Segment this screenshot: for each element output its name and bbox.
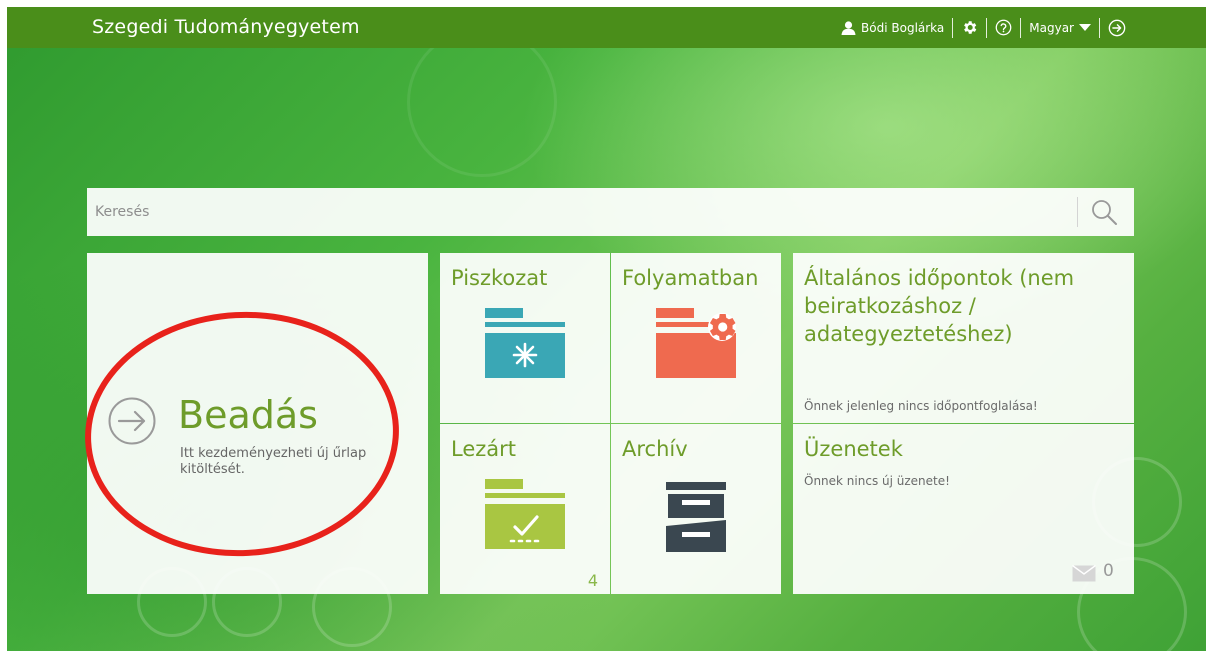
appointments-tile-title: Általános időpontok (nem beiratkozáshoz … [804, 266, 1075, 346]
background-decoration [407, 27, 557, 177]
closed-count: 4 [587, 571, 598, 590]
logout-icon [1108, 19, 1126, 37]
user-menu[interactable]: Bódi Boglárka [841, 21, 944, 35]
folder-gear-icon [656, 308, 738, 384]
submit-tile-title: Beadás [178, 393, 318, 437]
nav-divider [986, 17, 988, 38]
nav-divider [1099, 17, 1100, 38]
submit-tile-description: Itt kezdeményezheti új űrlap kitöltését. [180, 446, 367, 477]
user-icon [841, 20, 856, 35]
appointments-tile[interactable]: Általános időpontok (nem beiratkozáshoz … [793, 253, 1134, 423]
settings-button[interactable] [961, 19, 978, 36]
search-divider [1077, 197, 1078, 227]
user-name: Bódi Boglárka [861, 20, 945, 35]
help-icon [995, 19, 1012, 36]
language-label: Magyar [1029, 20, 1074, 35]
brand-title[interactable]: Szegedi Tudományegyetem [92, 16, 360, 38]
search-input[interactable] [87, 188, 1077, 236]
language-select[interactable]: Magyar [1029, 21, 1091, 35]
caret-down-icon [1079, 23, 1091, 32]
appointments-note: Önnek jelenleg nincs időpontfoglalása! [804, 399, 1038, 413]
in-progress-tile[interactable]: Folyamatban [611, 253, 781, 423]
nav-divider [952, 17, 954, 38]
drafts-tile[interactable]: Piszkozat [440, 253, 610, 423]
gear-icon [961, 19, 978, 36]
top-navigation-menu: Bódi Boglárka Magyar [841, 7, 1126, 48]
search-icon [1090, 200, 1118, 230]
help-button[interactable] [995, 19, 1012, 36]
archive-tile-title: Archív [622, 437, 688, 461]
nav-divider [1020, 17, 1022, 38]
envelope-icon [1072, 564, 1096, 586]
top-navigation-bar: Szegedi Tudományegyetem Bódi Boglárka Ma… [7, 7, 1206, 48]
arrow-right-circle-icon [107, 396, 157, 450]
archive-tile[interactable]: Archív [611, 424, 781, 594]
search-button[interactable] [1090, 198, 1120, 228]
drafts-tile-title: Piszkozat [451, 266, 548, 290]
closed-tile-title: Lezárt [451, 437, 517, 461]
messages-note: Önnek nincs új üzenete! [804, 474, 950, 488]
submit-tile[interactable]: Beadás Itt kezdeményezheti új űrlap kitö… [87, 253, 428, 594]
closed-tile[interactable]: Lezárt 4 [440, 424, 610, 594]
app-screen: Szegedi Tudományegyetem Bódi Boglárka Ma… [7, 7, 1206, 651]
closed-folder-icon [485, 479, 565, 555]
archive-cabinet-icon [666, 482, 726, 556]
search-bar [87, 188, 1134, 236]
logout-button[interactable] [1108, 19, 1126, 37]
draft-folder-icon [485, 308, 565, 384]
messages-tile-title: Üzenetek [804, 437, 903, 461]
messages-count: 0 [1103, 561, 1114, 581]
messages-tile[interactable]: Üzenetek Önnek nincs új üzenete! 0 [793, 424, 1134, 594]
in-progress-tile-title: Folyamatban [622, 266, 759, 290]
